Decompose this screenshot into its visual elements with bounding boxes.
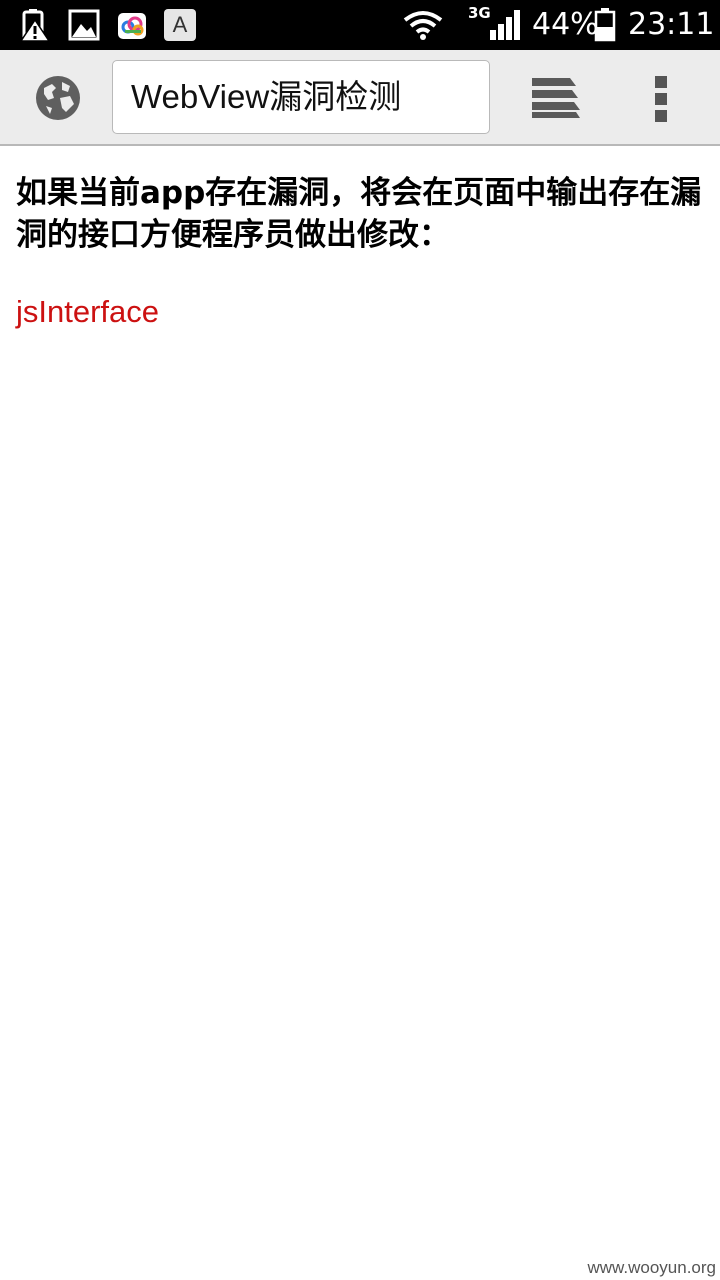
menu-dot <box>655 110 667 122</box>
vulnerable-interface-result: jsInterface <box>16 294 160 329</box>
watermark: www.wooyun.org <box>587 1258 716 1277</box>
page-heading: 如果当前app存在漏洞，将会在页面中输出存在漏洞的接口方便程序员做出修改： <box>16 175 702 253</box>
menu-dot <box>655 76 667 88</box>
url-bar[interactable]: WebView漏洞检测 <box>112 60 490 134</box>
battery-warning-icon <box>19 9 51 42</box>
signal-icon <box>490 10 520 40</box>
menu-dot <box>655 93 667 105</box>
keyboard-icon-letter: A <box>172 12 188 37</box>
keyboard-a-icon: A <box>164 9 196 41</box>
globe-icon[interactable] <box>34 74 82 122</box>
tabs-icon[interactable] <box>530 76 580 120</box>
url-text: WebView漏洞检测 <box>131 78 402 115</box>
web-content: 如果当前app存在漏洞，将会在页面中输出存在漏洞的接口方便程序员做出修改： js… <box>16 172 706 332</box>
status-time: 23:11 <box>628 7 715 42</box>
battery-icon <box>594 8 616 42</box>
wifi-icon <box>403 11 443 40</box>
cloud-icon <box>118 13 146 39</box>
browser-toolbar: WebView漏洞检测 <box>0 50 720 146</box>
gallery-icon <box>68 9 100 41</box>
battery-percent: 44% <box>532 7 599 42</box>
status-bar: A 3G 44% 23:11 <box>0 0 720 50</box>
overflow-menu-icon[interactable] <box>648 74 674 124</box>
